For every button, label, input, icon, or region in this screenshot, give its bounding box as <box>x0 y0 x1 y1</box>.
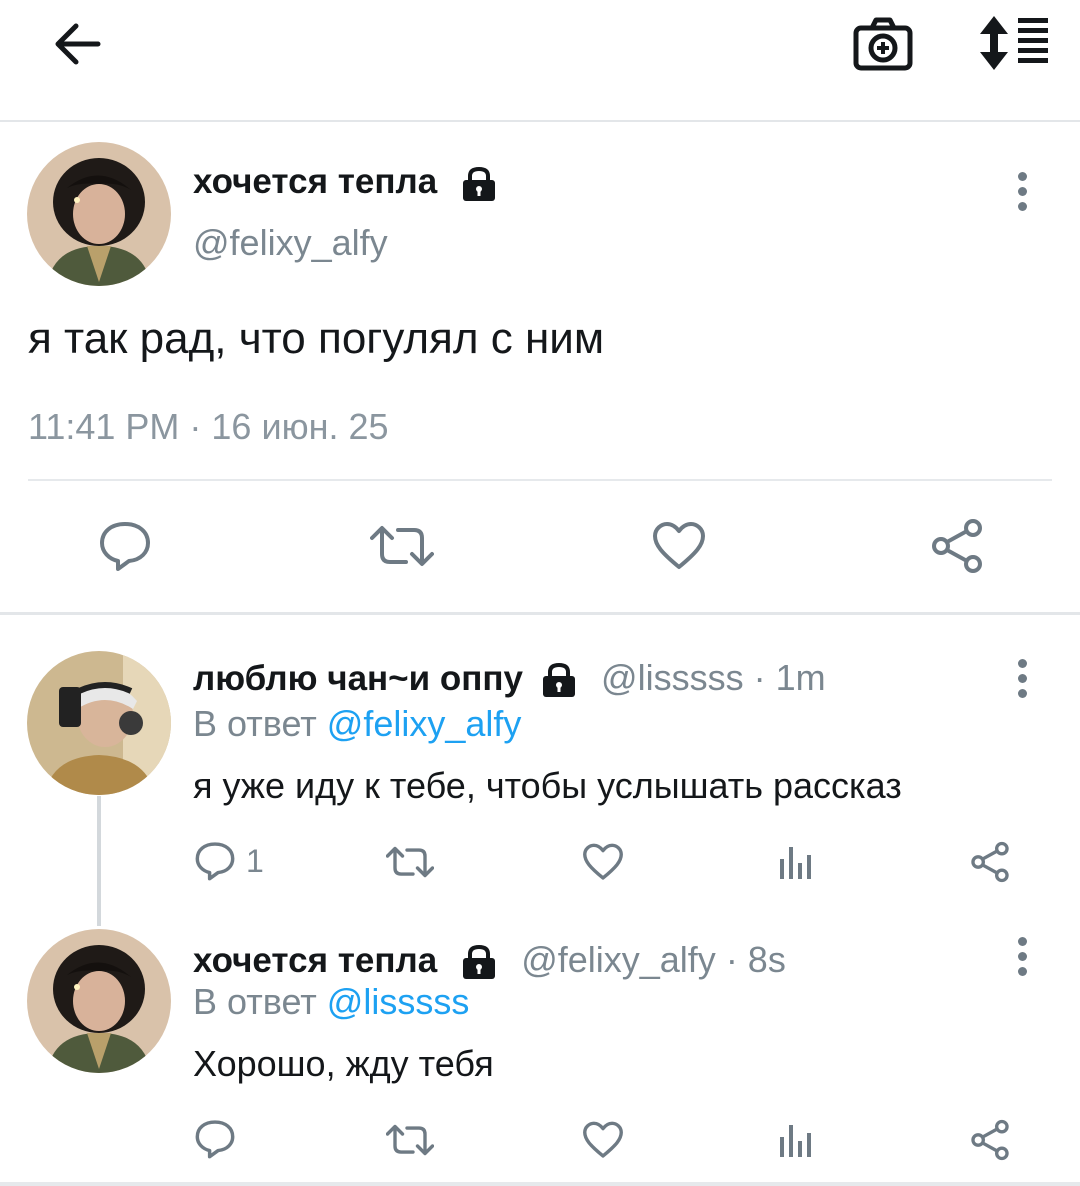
mention-link[interactable]: @lisssss <box>327 981 470 1022</box>
retweet-icon <box>386 846 434 878</box>
thread-connector <box>97 796 101 926</box>
like-button[interactable] <box>582 1121 624 1159</box>
in-reply-prefix: В ответ <box>193 703 317 744</box>
reply-text: Хорошо, жду тебя <box>193 1043 494 1084</box>
retweet-button[interactable] <box>386 845 434 879</box>
like-button[interactable] <box>652 521 706 571</box>
lock-icon <box>463 945 496 980</box>
like-icon <box>583 1121 623 1158</box>
more-options-button[interactable] <box>1016 659 1028 699</box>
avatar[interactable] <box>27 142 171 286</box>
arrow-left-icon <box>55 23 101 65</box>
handle-time: @felixy_alfy · 8s <box>521 939 786 980</box>
lock-icon <box>543 663 576 698</box>
share-icon <box>971 841 1009 883</box>
more-vert-icon <box>1016 937 1028 976</box>
in-reply-prefix: В ответ <box>193 981 317 1022</box>
share-button[interactable] <box>930 518 984 574</box>
camera-plus-icon <box>853 17 913 71</box>
more-options-button[interactable] <box>1016 172 1028 212</box>
reply-button[interactable]: 1 <box>194 841 264 881</box>
display-name-text: хочется тепла <box>193 162 438 201</box>
display-name[interactable]: люблю чан~и оппу <box>193 659 523 698</box>
user-handle[interactable]: @felixy_alfy <box>193 222 388 264</box>
share-button[interactable] <box>970 841 1010 883</box>
reply-button[interactable] <box>98 520 152 572</box>
reply-icon <box>195 1120 235 1159</box>
analytics-icon <box>780 847 811 879</box>
analytics-button[interactable] <box>778 843 814 881</box>
tweet-text: я так рад, что погулял с ним <box>28 314 605 363</box>
avatar[interactable] <box>27 651 171 795</box>
in-reply-to: В ответ @lisssss <box>193 981 469 1023</box>
analytics-icon <box>780 1125 811 1157</box>
reply-tweet[interactable]: хочется тепла @felixy_alfy · 8s В ответ … <box>0 915 1080 1182</box>
camera-button[interactable] <box>852 14 914 74</box>
mention-link[interactable]: @felixy_alfy <box>327 703 522 744</box>
like-button[interactable] <box>582 843 624 881</box>
sort-list-icon <box>980 16 1048 70</box>
avatar[interactable] <box>27 929 171 1073</box>
avatar-image <box>27 142 171 286</box>
share-button[interactable] <box>970 1119 1010 1161</box>
reply-tweet[interactable]: люблю чан~и оппу @lisssss · 1m В ответ @… <box>0 615 1080 915</box>
display-name[interactable]: хочется тепла <box>193 162 497 202</box>
analytics-button[interactable] <box>778 1121 814 1159</box>
tweet-timestamp[interactable]: 11:41 PM · 16 июн. 25 <box>28 406 389 448</box>
sort-button[interactable] <box>978 14 1050 72</box>
like-icon <box>583 843 623 880</box>
reply-icon <box>100 522 150 571</box>
share-icon <box>971 1119 1009 1161</box>
back-button[interactable] <box>52 18 104 70</box>
reply-icon <box>195 842 235 881</box>
reply-header: хочется тепла @felixy_alfy · 8s <box>193 939 786 981</box>
divider <box>28 479 1052 481</box>
top-bar <box>0 0 1080 122</box>
handle-time: @lisssss · 1m <box>601 657 826 698</box>
avatar-image <box>27 929 171 1073</box>
in-reply-to: В ответ @felixy_alfy <box>193 703 521 745</box>
retweet-button[interactable] <box>386 1123 434 1157</box>
more-vert-icon <box>1016 659 1028 698</box>
more-vert-icon <box>1016 172 1028 211</box>
retweet-icon <box>370 526 434 566</box>
share-icon <box>932 519 982 573</box>
like-icon <box>653 522 705 569</box>
reply-header: люблю чан~и оппу @lisssss · 1m <box>193 657 826 699</box>
reply-button[interactable] <box>194 1119 236 1159</box>
retweet-button[interactable] <box>370 524 434 568</box>
lock-icon <box>462 166 495 201</box>
reply-count: 1 <box>246 842 264 879</box>
bottom-divider <box>0 1182 1080 1186</box>
reply-text: я уже иду к тебе, чтобы услышать рассказ <box>193 765 902 806</box>
main-tweet: хочется тепла @felixy_alfy я так рад, чт… <box>0 124 1080 612</box>
more-options-button[interactable] <box>1016 937 1028 977</box>
display-name[interactable]: хочется тепла <box>193 941 437 980</box>
avatar-image <box>27 651 171 795</box>
retweet-icon <box>386 1124 434 1156</box>
